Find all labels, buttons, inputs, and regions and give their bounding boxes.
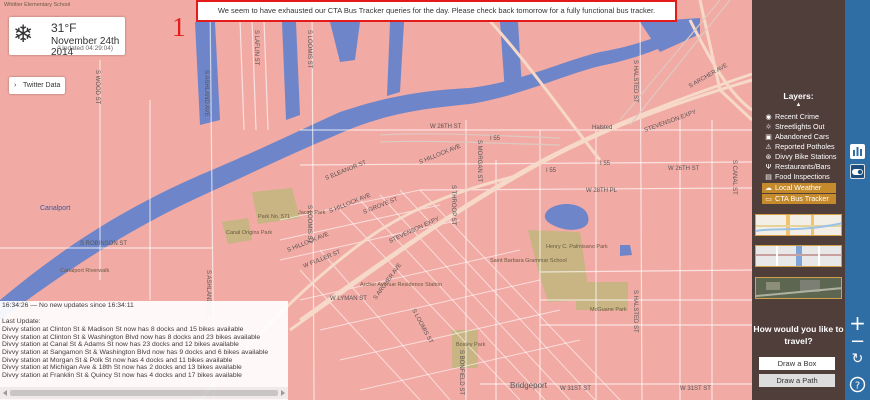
- car-icon: ▣: [765, 133, 772, 141]
- layer-local-weather[interactable]: ☁ Local Weather: [762, 183, 836, 193]
- update-log-panel[interactable]: 16:34:26 — No new updates since 16:34:11…: [0, 301, 288, 400]
- place-label: Canal Origins Park: [226, 230, 272, 236]
- layers-title: Layers:: [783, 91, 814, 101]
- weather-updated: (Updated 04:29:04): [57, 45, 114, 52]
- log-status: 16:34:26 — No new updates since 16:34:11: [2, 302, 134, 309]
- street-label: W 26TH ST: [668, 166, 700, 172]
- place-label: Archer Avenue Residence Station: [360, 282, 442, 288]
- street-label: Halsted: [592, 125, 612, 131]
- place-label: Henry C. Palmisano Park: [546, 244, 608, 250]
- weather-temperature: 31°F: [51, 21, 77, 35]
- street-label: W LYMAN ST: [330, 296, 367, 302]
- street-label: S BONFIELD ST: [458, 350, 464, 395]
- street-label: S ROBINSON ST: [80, 241, 127, 247]
- street-label: W 26TH ST: [430, 124, 462, 130]
- street-label: S HALSTED ST: [632, 290, 638, 333]
- map-style-thumbnail-street[interactable]: [755, 245, 842, 267]
- street-label: W 28TH PL: [586, 188, 618, 194]
- street-label: S LAFLIN ST: [253, 30, 259, 66]
- twitter-data-button[interactable]: › Twitter Data: [9, 77, 65, 94]
- draw-path-button[interactable]: Draw a Path: [759, 374, 835, 387]
- street-label: S ASHLAND AVE: [203, 70, 209, 117]
- layer-abandoned-cars[interactable]: ▣ Abandoned Cars: [764, 132, 829, 142]
- fork-icon: Ψ: [765, 163, 772, 171]
- place-label: McGuane Park: [590, 307, 627, 313]
- zoom-in-icon[interactable]: +: [845, 313, 870, 333]
- log-last-update-label: Last Update:: [2, 318, 41, 325]
- bike-icon: ⊛: [765, 153, 772, 161]
- place-label: Bosley Park: [456, 342, 486, 348]
- clipboard-icon: ▤: [765, 173, 772, 181]
- street-label: S HALSTED ST: [632, 60, 638, 103]
- street-label: S CANAL ST: [731, 160, 737, 195]
- caret-up-icon: ▲: [795, 102, 802, 108]
- twitter-data-label: Twitter Data: [23, 82, 61, 89]
- alert-message: We seem to have exhausted our CTA Bus Tr…: [217, 6, 656, 15]
- log-line: Divvy station at Sangamon St & Washingto…: [2, 349, 269, 357]
- alert-banner: We seem to have exhausted our CTA Bus Tr…: [196, 0, 677, 22]
- snowflake-icon: ❄: [13, 20, 34, 48]
- weather-widget: ❄ 31°F November 24th 2014 (Updated 04:29…: [9, 17, 125, 58]
- warning-icon: ⚠: [765, 143, 772, 151]
- street-label: W 31ST ST: [680, 386, 711, 392]
- layer-cta-bus-tracker[interactable]: ▭ CTA Bus Tracker: [762, 194, 836, 204]
- horizontal-scrollbar[interactable]: [0, 387, 288, 399]
- chevron-right-icon: ›: [14, 82, 17, 89]
- layer-recent-crime[interactable]: ◉ Recent Crime: [764, 112, 819, 122]
- layer-streetlights-out[interactable]: ☼ Streetlights Out: [764, 122, 824, 132]
- log-lines: Divvy station at Clinton St & Madison St…: [2, 326, 268, 380]
- place-label: Canalport: [40, 205, 70, 212]
- place-label: Jacob Park: [298, 210, 326, 216]
- log-line: Divvy station at Clinton St & Madison St…: [2, 326, 244, 333]
- street-label: S WOOD ST: [94, 70, 100, 105]
- log-line: Divvy station at Morgan St & Polk St now…: [2, 356, 233, 364]
- help-icon[interactable]: ?: [845, 376, 870, 398]
- place-label: Park No. 571: [258, 214, 290, 220]
- street-label: I 55: [546, 168, 557, 174]
- street-label: S LOOMIS ST: [306, 30, 312, 69]
- layers-sidebar: Layers: ▲ ◉ Recent Crime ☼ Streetlights Ou…: [752, 0, 845, 400]
- street-label: S MORGAN ST: [476, 140, 482, 182]
- control-strip: + − ↻ ?: [845, 0, 870, 400]
- layer-divvy-bike-stations[interactable]: ⊛ Divvy Bike Stations: [764, 152, 837, 162]
- zoom-out-icon[interactable]: −: [845, 333, 870, 351]
- toggle-icon[interactable]: [850, 164, 865, 179]
- draw-box-button[interactable]: Draw a Box: [759, 357, 835, 370]
- layer-restaurants-bars[interactable]: Ψ Restaurants/Bars: [764, 162, 831, 172]
- map-style-thumbnail-light[interactable]: [755, 214, 842, 236]
- street-label: Bridgeport: [510, 381, 548, 390]
- annotation-number: 1: [172, 12, 186, 42]
- street-label: I 55: [490, 136, 501, 142]
- place-label: Saint Barbara Grammar School: [490, 258, 567, 264]
- layer-reported-potholes[interactable]: ⚠ Reported Potholes: [764, 142, 834, 152]
- cloud-icon: ☁: [765, 184, 772, 192]
- travel-question: How would you like to travel?: [753, 324, 844, 346]
- street-label: W 31ST ST: [560, 386, 591, 392]
- bus-icon: ▭: [765, 195, 772, 203]
- map-style-thumbnail-satellite[interactable]: [755, 277, 842, 299]
- layer-food-inspections[interactable]: ▤ Food Inspections: [764, 172, 830, 182]
- place-label: Whittier Elementary School: [4, 2, 70, 8]
- chart-icon[interactable]: [850, 144, 865, 159]
- svg-text:?: ?: [855, 381, 860, 392]
- log-line: Divvy station at Clinton St & Washington…: [2, 333, 261, 341]
- shield-icon: ◉: [765, 113, 772, 121]
- log-line: Divvy station at Franklin St & Quincy St…: [2, 372, 242, 380]
- street-label: I 55: [600, 161, 611, 167]
- street-label: S THROOP ST: [450, 185, 456, 226]
- refresh-icon[interactable]: ↻: [845, 351, 870, 367]
- log-line: Divvy station at Canal St & Adams St now…: [2, 341, 239, 349]
- log-line: Divvy station at Michigan Ave & 18th St …: [2, 364, 242, 372]
- bulb-icon: ☼: [765, 123, 772, 131]
- place-label: Canalport Riverwalk: [60, 268, 109, 274]
